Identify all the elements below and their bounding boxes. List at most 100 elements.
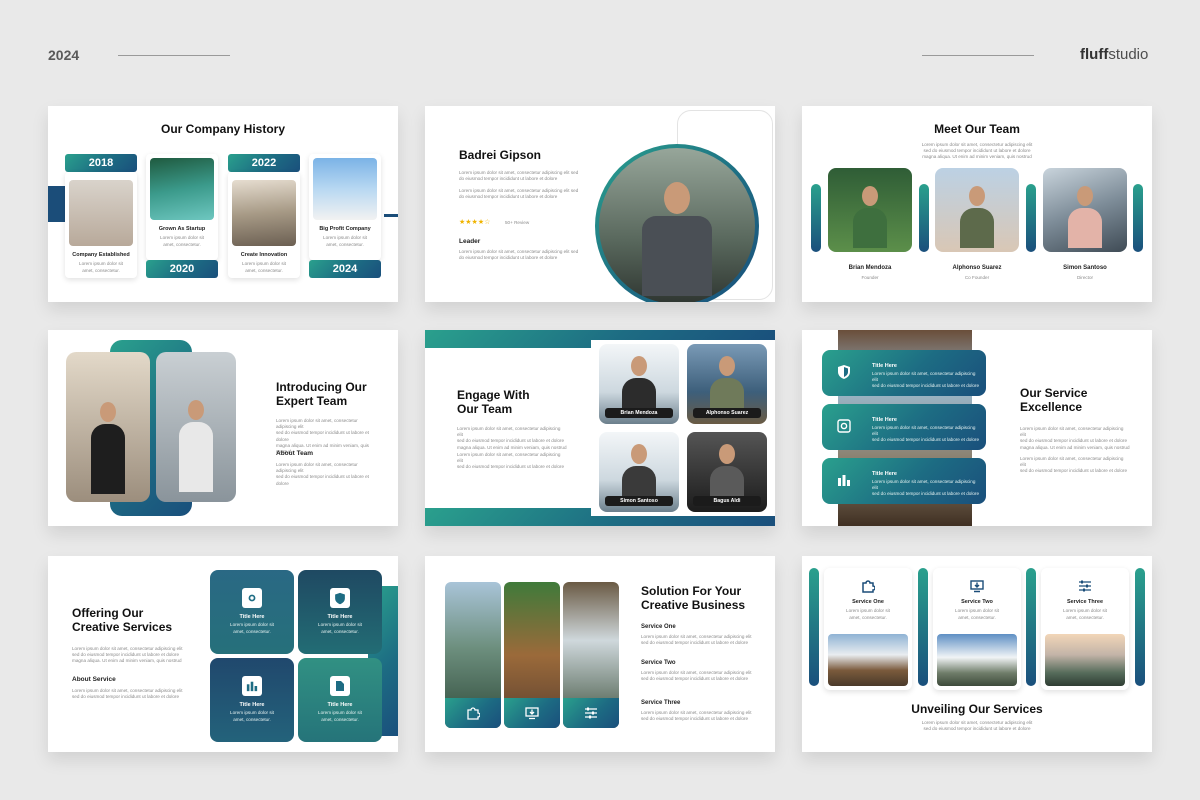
- member-photo: [1043, 168, 1127, 252]
- milestone-title: Create Innovation: [240, 252, 288, 258]
- year-badge: 2020: [146, 260, 218, 278]
- header-divider-left: [118, 55, 230, 56]
- service-card-title: Service One: [852, 599, 884, 605]
- chart-icon: [834, 470, 854, 490]
- milestone-photo: [232, 180, 296, 246]
- accent-pill: [1026, 568, 1036, 686]
- service-card[interactable]: Service One Lorem ipsum dolor sit amet, …: [824, 568, 912, 690]
- service-photo: [937, 634, 1017, 686]
- member-name: Simon Santoso: [1063, 265, 1107, 271]
- service-item[interactable]: Title Here Lorem ipsum dolor sit amet, c…: [822, 350, 986, 396]
- section-subtitle: About Service: [72, 676, 116, 683]
- slide-meet-team[interactable]: Meet Our Team Lorem ipsum dolor sit amet…: [802, 106, 1152, 302]
- milestone-photo: [313, 158, 377, 220]
- member-name: Brian Mendoza: [848, 265, 892, 271]
- header-year: 2024: [48, 47, 80, 63]
- service-tile[interactable]: Title Here Lorem ipsum dolor sit amet, c…: [298, 570, 382, 654]
- slide-service-excellence[interactable]: Title Here Lorem ipsum dolor sit amet, c…: [802, 330, 1152, 526]
- member-photo: [828, 168, 912, 252]
- accent-pill: [918, 568, 928, 686]
- service-card-title: Service Two: [961, 599, 993, 605]
- slide-title: Our Company History: [160, 122, 286, 136]
- service-photo: [828, 634, 908, 686]
- year-badge: 2022: [228, 154, 300, 172]
- slide-creative-services[interactable]: Offering Our Creative Services Lorem ipsu…: [48, 556, 398, 752]
- slide-creative-business[interactable]: Solution For Your Creative Business Servi…: [425, 556, 775, 752]
- year-badge: 2018: [65, 154, 137, 172]
- service-heading: Service Two: [641, 660, 676, 666]
- year-badge: 2024: [309, 260, 381, 278]
- slide-title: Solution For Your Creative Business: [641, 584, 746, 612]
- service-tile[interactable]: Title Here Lorem ipsum dolor sit amet, c…: [210, 658, 294, 742]
- service-item-title: Title Here: [872, 363, 897, 369]
- section-subtitle: About Team: [276, 450, 314, 457]
- slide-title: Offering Our Creative Services: [72, 606, 173, 634]
- accent-pill: [1133, 184, 1143, 252]
- slide-unveiling-services[interactable]: Service One Lorem ipsum dolor sit amet, …: [802, 556, 1152, 752]
- slide-title: Engage With Our Team: [457, 388, 530, 416]
- member-photo: [935, 168, 1019, 252]
- member-role: Co Founder: [964, 275, 990, 280]
- accent-pill: [1135, 568, 1145, 686]
- feature-photo: [563, 582, 619, 728]
- slide-title: Our Service Excellence: [1020, 386, 1088, 414]
- person-silhouette: [642, 182, 712, 296]
- puzzle-icon: [860, 578, 876, 594]
- milestone-card[interactable]: Company Established Lorem ipsum dolor si…: [65, 172, 137, 278]
- member-card[interactable]: Simon Santoso: [599, 432, 679, 512]
- slide-title: Meet Our Team: [934, 122, 1020, 136]
- accent-pill: [811, 184, 821, 252]
- sliders-icon: [563, 698, 619, 728]
- gear-icon: [242, 588, 262, 608]
- accent-pill: [919, 184, 929, 252]
- chart-icon: [242, 676, 262, 696]
- milestone-card[interactable]: Grown As Startup Lorem ipsum dolor sit a…: [146, 154, 218, 260]
- review-count: 50+ Review: [505, 220, 530, 225]
- slide-title: Unveiling Our Services: [911, 702, 1043, 716]
- milestone-title: Grown As Startup: [158, 226, 206, 232]
- service-item[interactable]: Title Here Lorem ipsum dolor sit amet, c…: [822, 404, 986, 450]
- feature-photo: [504, 582, 560, 728]
- accent-pill: [809, 568, 819, 686]
- member-card[interactable]: Brian Mendoza: [599, 344, 679, 424]
- service-tile[interactable]: Title Here Lorem ipsum dolor sit amet, c…: [298, 658, 382, 742]
- slide-expert-team[interactable]: Introducing Our Expert Team Lorem ipsum d…: [48, 330, 398, 526]
- profile-role: Leader: [459, 238, 481, 245]
- star-rating: ★★★★☆: [459, 219, 491, 226]
- document-icon: [330, 676, 350, 696]
- milestone-card[interactable]: Big Profit Company Lorem ipsum dolor sit…: [309, 154, 381, 260]
- member-role: Founder: [861, 275, 879, 280]
- timeline-bar-left: [48, 186, 66, 222]
- service-card[interactable]: Service Three Lorem ipsum dolor sit amet…: [1041, 568, 1129, 690]
- member-name: Alphonso Suarez: [952, 265, 1002, 271]
- service-item-title: Title Here: [872, 471, 897, 477]
- puzzle-icon: [445, 698, 501, 728]
- member-card[interactable]: Alphonso Suarez: [687, 344, 767, 424]
- member-role: Director: [1076, 275, 1094, 280]
- member-card[interactable]: Bagus Aldi: [687, 432, 767, 512]
- service-photo: [1045, 634, 1125, 686]
- service-heading: Service Three: [641, 700, 681, 706]
- monitor-download-icon: [969, 578, 985, 594]
- team-photo: [66, 352, 150, 502]
- service-item[interactable]: Title Here Lorem ipsum dolor sit amet, c…: [822, 458, 986, 504]
- milestone-card[interactable]: Create Innovation Lorem ipsum dolor sit …: [228, 172, 300, 278]
- milestone-title: Company Established: [72, 252, 130, 258]
- team-photo: [156, 352, 236, 502]
- brand-logo: fluffstudio: [1080, 46, 1149, 63]
- milestone-photo: [69, 180, 133, 246]
- milestone-photo: [150, 158, 214, 220]
- slide-engage-team[interactable]: Engage With Our Team Lorem ipsum dolor si…: [425, 330, 775, 526]
- gear-icon: [834, 416, 854, 436]
- slide-company-history[interactable]: Our Company History 2018 Company Establi…: [48, 106, 398, 302]
- service-card[interactable]: Service Two Lorem ipsum dolor sit amet, …: [933, 568, 1021, 690]
- monitor-download-icon: [504, 698, 560, 728]
- service-item-title: Title Here: [872, 417, 897, 423]
- header-divider-right: [922, 55, 1034, 56]
- slide-profile[interactable]: Badrei Gipson Lorem ipsum dolor sit amet…: [425, 106, 775, 302]
- service-tile[interactable]: Title Here Lorem ipsum dolor sit amet, c…: [210, 570, 294, 654]
- slide-title: Introducing Our Expert Team: [276, 380, 367, 408]
- sliders-icon: [1077, 578, 1093, 594]
- shield-icon: [330, 588, 350, 608]
- profile-name: Badrei Gipson: [459, 148, 542, 162]
